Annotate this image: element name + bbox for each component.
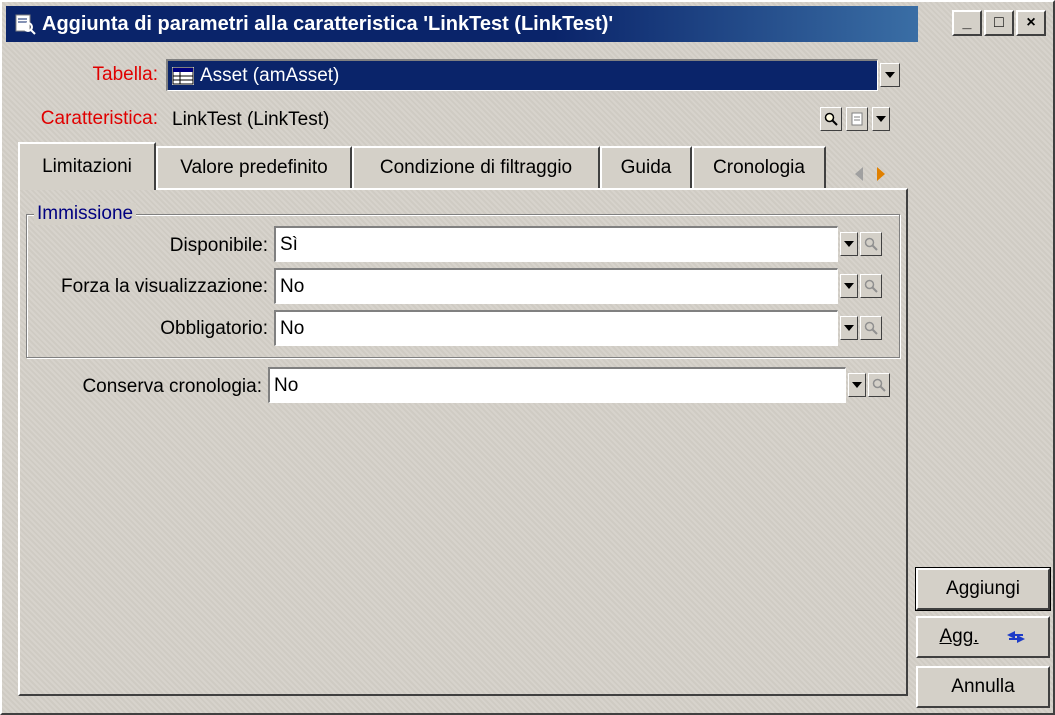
- feature-label: Caratteristica:: [40, 108, 158, 129]
- obbligatorio-select[interactable]: No: [274, 310, 838, 346]
- close-icon: ×: [1026, 14, 1036, 31]
- table-dropdown-button[interactable]: [880, 63, 900, 87]
- tab-label: Limitazioni: [42, 156, 132, 177]
- dropdown-arrow-icon: [844, 283, 854, 289]
- tab-label: Condizione di filtraggio: [379, 157, 573, 178]
- dialog-icon: [15, 14, 36, 35]
- refresh-icon: [1006, 631, 1025, 643]
- dropdown-arrow-icon: [844, 241, 854, 247]
- obbligatorio-value: No: [280, 317, 305, 339]
- conserva-cronologia-select[interactable]: No: [268, 367, 846, 403]
- magnifier-icon: [864, 279, 878, 293]
- dropdown-arrow-icon: [885, 72, 895, 78]
- list-icon: [851, 112, 863, 126]
- tab-scroll-right-icon: [877, 167, 885, 181]
- magnifier-icon: [864, 321, 878, 335]
- add-button-label: Aggiungi: [946, 578, 1020, 599]
- forza-visualizzazione-select[interactable]: No: [274, 268, 838, 304]
- magnifier-icon: [864, 237, 878, 251]
- window-title: Aggiunta di parametri alla caratteristic…: [42, 12, 614, 35]
- obbligatorio-label: Obbligatorio:: [160, 318, 268, 339]
- dropdown-arrow-icon: [876, 116, 886, 122]
- forza-visualizzazione-search-button[interactable]: [860, 274, 882, 298]
- title-bar[interactable]: Aggiunta di parametri alla caratteristic…: [6, 6, 918, 42]
- tab-label: Guida: [620, 157, 672, 178]
- add-button[interactable]: Aggiungi: [915, 567, 1051, 611]
- conserva-cronologia-label: Conserva cronologia:: [82, 376, 262, 397]
- tab-scroll-right-button[interactable]: [870, 160, 892, 188]
- tab-valore-predefinito[interactable]: Valore predefinito: [156, 146, 352, 188]
- disponibile-search-button[interactable]: [860, 232, 882, 256]
- table-label: Tabella:: [92, 64, 159, 85]
- feature-search-button[interactable]: [820, 107, 842, 131]
- immissione-legend: Immissione: [34, 203, 137, 225]
- tab-cronologia[interactable]: Cronologia: [692, 146, 826, 188]
- forza-visualizzazione-label: Forza la visualizzazione:: [61, 276, 268, 297]
- conserva-cronologia-value: No: [274, 374, 299, 396]
- feature-dropdown-button[interactable]: [872, 107, 890, 131]
- tab-scroller: [848, 160, 894, 188]
- tab-scroll-left-icon: [855, 167, 863, 181]
- dialog-window: Aggiunta di parametri alla caratteristic…: [0, 0, 1055, 715]
- window-controls: _ □ ×: [952, 10, 1046, 36]
- feature-field[interactable]: LinkTest (LinkTest): [166, 103, 818, 135]
- maximize-button[interactable]: □: [984, 10, 1014, 36]
- update-button[interactable]: Agg.: [916, 616, 1050, 658]
- obbligatorio-dropdown-button[interactable]: [840, 316, 858, 340]
- table-icon: [172, 66, 194, 85]
- forza-visualizzazione-dropdown-button[interactable]: [840, 274, 858, 298]
- cancel-button[interactable]: Annulla: [916, 666, 1050, 708]
- tab-guida[interactable]: Guida: [600, 146, 692, 188]
- feature-list-button[interactable]: [846, 107, 868, 131]
- tab-label: Valore predefinito: [180, 157, 328, 178]
- maximize-icon: □: [994, 14, 1004, 31]
- close-button[interactable]: ×: [1016, 10, 1046, 36]
- dropdown-arrow-icon: [852, 382, 862, 388]
- disponibile-select[interactable]: Sì: [274, 226, 838, 262]
- conserva-cronologia-dropdown-button[interactable]: [848, 373, 866, 397]
- minimize-icon: _: [962, 14, 972, 31]
- obbligatorio-search-button[interactable]: [860, 316, 882, 340]
- magnifier-icon: [872, 378, 886, 392]
- tab-limitazioni[interactable]: Limitazioni: [18, 142, 156, 190]
- disponibile-dropdown-button[interactable]: [840, 232, 858, 256]
- disponibile-label: Disponibile:: [169, 235, 268, 256]
- table-select[interactable]: Asset (amAsset): [166, 59, 878, 91]
- update-button-label: Agg.: [939, 626, 979, 647]
- disponibile-value: Sì: [280, 233, 298, 255]
- tab-scroll-left-button[interactable]: [848, 160, 870, 188]
- dropdown-arrow-icon: [844, 325, 854, 331]
- tab-condizione-filtraggio[interactable]: Condizione di filtraggio: [352, 146, 600, 188]
- conserva-cronologia-search-button[interactable]: [868, 373, 890, 397]
- magnifier-icon: [824, 112, 838, 126]
- cancel-button-label: Annulla: [951, 676, 1015, 697]
- forza-visualizzazione-value: No: [280, 275, 305, 297]
- tab-label: Cronologia: [713, 157, 805, 178]
- minimize-button[interactable]: _: [952, 10, 982, 36]
- feature-value: LinkTest (LinkTest): [172, 108, 330, 130]
- table-value: Asset (amAsset): [198, 64, 342, 87]
